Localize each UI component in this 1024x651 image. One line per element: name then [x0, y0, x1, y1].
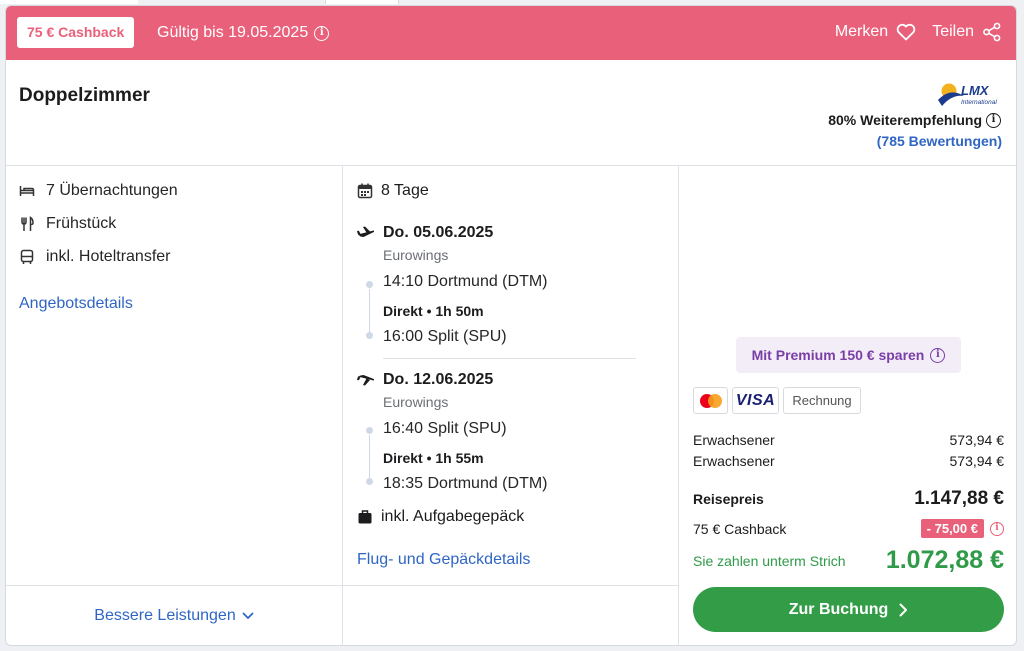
divider: [678, 165, 679, 645]
baggage-text: inkl. Aufgabegepäck: [381, 508, 525, 525]
more-services-label: Bessere Leistungen: [94, 607, 236, 624]
inbound-flight-info: Direkt • 1h 55m: [383, 450, 484, 466]
save-button[interactable]: Merken: [835, 21, 916, 43]
book-button-label: Zur Buchung: [788, 600, 889, 618]
inbound-arrival: 18:35 Dortmund (DTM): [383, 475, 548, 492]
valid-until: Gültig bis 19.05.2025 i: [157, 23, 330, 43]
total-value: 1.147,88 €: [914, 488, 1004, 509]
banner-actions: Merken Teilen: [835, 21, 1002, 43]
room-type-title: Doppelzimmer: [19, 85, 150, 106]
book-button[interactable]: Zur Buchung: [693, 587, 1004, 632]
timeline-dot: [366, 427, 373, 434]
info-icon[interactable]: i: [986, 112, 1001, 128]
offer-card: 75 € Cashback Gültig bis 19.05.2025 i Me…: [5, 5, 1017, 646]
heart-icon: [896, 23, 916, 41]
mastercard-logo: [693, 387, 728, 414]
share-icon: [983, 22, 1001, 42]
mastercard-icon: [699, 393, 722, 408]
offer-details-link[interactable]: Angebotsdetails: [19, 295, 133, 313]
inbound-date: Do. 12.06.2025: [357, 371, 493, 389]
outbound-date: Do. 05.06.2025: [357, 224, 493, 242]
timeline-line: [369, 435, 370, 478]
tab-edge-left: [0, 0, 138, 4]
bed-icon: [19, 186, 35, 196]
recommendation-text: 80% Weiterempfehlung: [828, 112, 982, 128]
bus-icon: [20, 249, 34, 264]
timeline-dot: [366, 332, 373, 339]
cashback-badge: 75 € Cashback: [17, 17, 135, 48]
cashback-row: 75 € Cashback - 75,00 € i: [693, 519, 1004, 538]
final-label: Sie zahlen unterm Strich: [693, 552, 846, 569]
trip-duration: 8 Tage: [357, 182, 429, 200]
outbound-airline: Eurowings: [383, 247, 449, 263]
svg-text:LMX: LMX: [961, 83, 990, 98]
info-icon[interactable]: i: [314, 25, 330, 41]
suitcase-icon: [358, 510, 372, 524]
outbound-arrival: 16:00 Split (SPU): [383, 328, 507, 345]
price-row-adult-2: Erwachsener 573,94 €: [693, 453, 1004, 469]
premium-badge[interactable]: Mit Premium 150 € sparen i: [736, 337, 961, 373]
feature-transfer: inkl. Hoteltransfer: [19, 248, 171, 266]
premium-text: Mit Premium 150 € sparen: [751, 347, 925, 363]
visa-text: VISA: [735, 391, 776, 409]
final-price-row: Sie zahlen unterm Strich 1.072,88 €: [693, 546, 1004, 575]
price-value: 573,94 €: [949, 453, 1005, 469]
cashback-value: - 75,00 €: [920, 519, 984, 538]
recommendation: 80% Weiterempfehlung i: [828, 112, 1001, 128]
invoice-badge: Rechnung: [783, 387, 861, 414]
trip-duration-text: 8 Tage: [381, 182, 429, 199]
timeline-line: [369, 289, 370, 332]
outbound-date-text: Do. 05.06.2025: [383, 224, 494, 241]
price-label: Erwachsener: [693, 453, 775, 469]
chevron-down-icon: [242, 612, 254, 619]
calendar-icon: [357, 183, 373, 199]
operator-logo: LMX International: [938, 83, 997, 106]
svg-text:International: International: [961, 99, 997, 106]
price-value: 573,94 €: [949, 432, 1005, 448]
price-row-adult-1: Erwachsener 573,94 €: [693, 432, 1004, 448]
share-label: Teilen: [932, 23, 974, 40]
tab-edge-right: [325, 0, 399, 4]
more-services-link[interactable]: Bessere Leistungen: [6, 586, 342, 645]
info-icon[interactable]: i: [990, 521, 1004, 536]
baggage: inkl. Aufgabegepäck: [357, 508, 524, 526]
total-price-row: Reisepreis 1.147,88 €: [693, 488, 1004, 510]
feature-nights: 7 Übernachtungen: [19, 182, 178, 200]
plane-takeoff-icon: [357, 226, 375, 237]
flight-divider: [383, 358, 636, 359]
cashback-amount: - 75,00 € i: [920, 519, 1004, 538]
timeline-dot: [366, 281, 373, 288]
visa-logo: VISA: [732, 387, 779, 414]
inbound-date-text: Do. 12.06.2025: [383, 371, 494, 388]
divider: [342, 165, 343, 645]
cashback-banner: 75 € Cashback Gültig bis 19.05.2025 i Me…: [6, 6, 1016, 60]
valid-until-text: Gültig bis 19.05.2025: [157, 24, 309, 41]
flight-details-link[interactable]: Flug- und Gepäckdetails: [357, 551, 530, 569]
inbound-departure: 16:40 Split (SPU): [383, 420, 507, 437]
cashback-label: 75 € Cashback: [693, 520, 787, 537]
final-value: 1.072,88 €: [885, 546, 1004, 574]
plane-landing-icon: [357, 375, 375, 386]
total-label: Reisepreis: [693, 491, 764, 507]
outbound-flight-info: Direkt • 1h 50m: [383, 303, 484, 319]
cutlery-icon: [21, 216, 34, 231]
outbound-departure: 14:10 Dortmund (DTM): [383, 273, 548, 290]
chevron-right-icon: [899, 603, 908, 616]
feature-board-text: Frühstück: [46, 215, 117, 232]
price-label: Erwachsener: [693, 432, 775, 448]
inbound-airline: Eurowings: [383, 394, 449, 410]
info-icon[interactable]: i: [930, 347, 946, 363]
share-button[interactable]: Teilen: [932, 21, 1002, 43]
reviews-link[interactable]: (785 Bewertungen): [877, 133, 1002, 149]
divider: [6, 165, 1016, 166]
feature-board: Frühstück: [19, 215, 116, 233]
invoice-text: Rechnung: [792, 393, 852, 408]
timeline-dot: [366, 478, 373, 485]
save-label: Merken: [834, 23, 889, 40]
feature-nights-text: 7 Übernachtungen: [46, 182, 178, 199]
feature-transfer-text: inkl. Hoteltransfer: [46, 248, 171, 265]
